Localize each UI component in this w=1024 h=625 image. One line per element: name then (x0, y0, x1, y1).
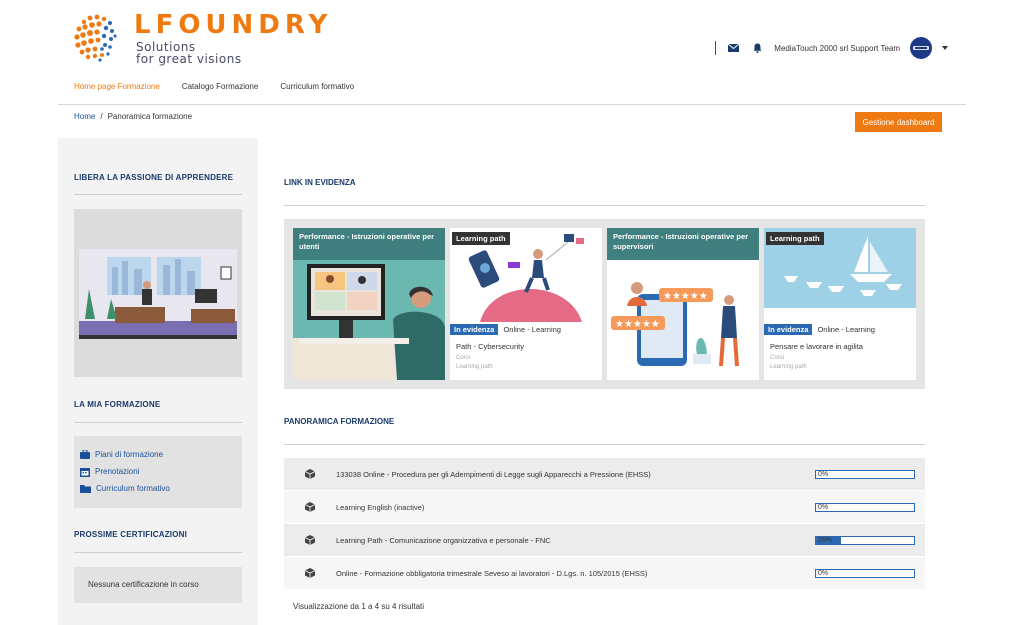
briefcase-icon (80, 450, 90, 459)
course-name[interactable]: Learning Path - Comunicazione organizzat… (336, 536, 815, 545)
envelope-icon[interactable] (726, 41, 740, 55)
table-row[interactable]: Learning English (inactive) 0% (284, 491, 925, 524)
bell-icon[interactable] (750, 41, 764, 55)
featured-card-agilita[interactable]: Learning path In evidenza Online - Learn… (764, 228, 916, 380)
breadcrumb-current: Panoramica formazione (107, 112, 193, 121)
featured-card-cybersecurity[interactable]: Learning path In evidenza Online - Learn… (450, 228, 602, 380)
svg-text:★★★★★: ★★★★★ (663, 291, 708, 302)
progress-bar: 0% (815, 502, 915, 512)
table-row[interactable]: Learning Path - Comunicazione organizzat… (284, 524, 925, 557)
card-name: Pensare e lavorare in agilita (770, 342, 863, 351)
sidebar-item-piani-formazione[interactable]: Piani di formazione (80, 446, 236, 463)
brand-tagline: Solutions for great visions (136, 40, 242, 66)
card-type: Online - Learning (503, 324, 561, 334)
sidebar-title-passione: LIBERA LA PASSIONE DI APPRENDERE (74, 173, 234, 182)
featured-divider (284, 205, 925, 206)
brand-name: LFOUNDRY (134, 10, 333, 40)
folder-icon (80, 485, 91, 493)
avatar-logo-icon (913, 46, 929, 50)
in-evidenza-badge: In evidenza (764, 323, 813, 335)
sidebar-divider (74, 194, 242, 195)
learning-path-badge: Learning path (452, 232, 510, 245)
overview-divider (284, 444, 925, 445)
header: LFOUNDRY Solutions for great visions Med… (0, 0, 1024, 104)
user-name[interactable]: MediaTouch 2000 srl Support Team (774, 44, 900, 53)
cube-icon (305, 535, 315, 545)
breadcrumb-separator: / (100, 112, 103, 121)
card-meta: In evidenza Online - Learning Pensare e … (764, 322, 916, 380)
sidebar-item-curriculum-formativo[interactable]: Curriculum formativo (80, 480, 236, 497)
chevron-down-icon[interactable] (942, 46, 948, 50)
toolbar-divider (715, 41, 717, 55)
in-evidenza-badge: In evidenza (450, 323, 499, 335)
logo-icon (74, 14, 117, 62)
featured-title: LINK IN EVIDENZA (284, 178, 356, 187)
card-title: Performance - Istruzioni operative per s… (607, 228, 759, 260)
office-illustration-icon[interactable] (79, 249, 237, 339)
no-cert-text: Nessuna certificazione in corso (88, 580, 199, 589)
course-table: 133038 Online - Procedura per gli Adempi… (284, 458, 925, 590)
nav-item-home-formazione[interactable]: Home page Formazione (74, 82, 160, 91)
card-category: Corsi Learning path (456, 355, 493, 370)
calendar-icon (80, 467, 90, 477)
course-name[interactable]: Online - Formazione obbligatoria trimest… (336, 569, 815, 578)
sidebar-cert-panel: Nessuna certificazione in corso (74, 567, 242, 603)
progress-bar: 0% (815, 568, 915, 578)
main-nav: Home page Formazione Catalogo Formazione… (74, 82, 354, 91)
table-row[interactable]: 133038 Online - Procedura per gli Adempi… (284, 458, 925, 491)
card-meta: In evidenza Online - Learning Path - Cyb… (450, 322, 602, 380)
learning-path-badge: Learning path (766, 232, 824, 245)
card-category: Corsi Learning path (770, 355, 807, 370)
featured-card-istruzioni-supervisori[interactable]: ★★★★★ ★★★★★ Performance - Istruzioni ope… (607, 228, 759, 380)
results-summary: Visualizzazione da 1 a 4 su 4 risultati (293, 602, 425, 611)
sidebar-divider (74, 552, 242, 553)
course-name[interactable]: Learning English (inactive) (336, 503, 815, 512)
progress-bar: 0% (815, 469, 915, 479)
sidebar-item-prenotazioni[interactable]: Prenotazioni (80, 463, 236, 480)
course-name[interactable]: 133038 Online - Procedura per gli Adempi… (336, 470, 815, 479)
cube-icon (305, 502, 315, 512)
cube-icon (305, 469, 315, 479)
card-type: Online - Learning (817, 324, 875, 334)
gestione-dashboard-button[interactable]: Gestione dashboard (855, 112, 942, 132)
sidebar-divider (74, 422, 242, 423)
header-divider (58, 104, 966, 105)
card-name: Path - Cybersecurity (456, 342, 524, 351)
sidebar-video-panel (74, 209, 242, 377)
sidebar-title-mia-formazione: LA MIA FORMAZIONE (74, 400, 161, 409)
avatar[interactable] (910, 37, 932, 59)
overview-title: PANORAMICA FORMAZIONE (284, 417, 395, 426)
featured-carousel: Performance - Istruzioni operative per u… (284, 219, 925, 389)
nav-item-catalogo-formazione[interactable]: Catalogo Formazione (182, 82, 258, 91)
breadcrumb-home[interactable]: Home (74, 112, 95, 121)
sidebar-links-panel: Piani di formazione Prenotazioni Curricu… (74, 436, 242, 508)
svg-text:★★★★★: ★★★★★ (615, 319, 660, 330)
table-row[interactable]: Online - Formazione obbligatoria trimest… (284, 557, 925, 590)
nav-item-curriculum-formativo[interactable]: Curriculum formativo (280, 82, 354, 91)
breadcrumb: Home / Panoramica formazione (74, 112, 192, 121)
sidebar-title-certificazioni: PROSSIME CERTIFICAZIONI (74, 530, 188, 539)
cube-icon (305, 568, 315, 578)
card-title: Performance - Istruzioni operative per u… (293, 228, 445, 260)
user-toolbar: MediaTouch 2000 srl Support Team (715, 37, 948, 59)
progress-bar: 26% (815, 535, 915, 545)
featured-card-istruzioni-utenti[interactable]: Performance - Istruzioni operative per u… (293, 228, 445, 380)
